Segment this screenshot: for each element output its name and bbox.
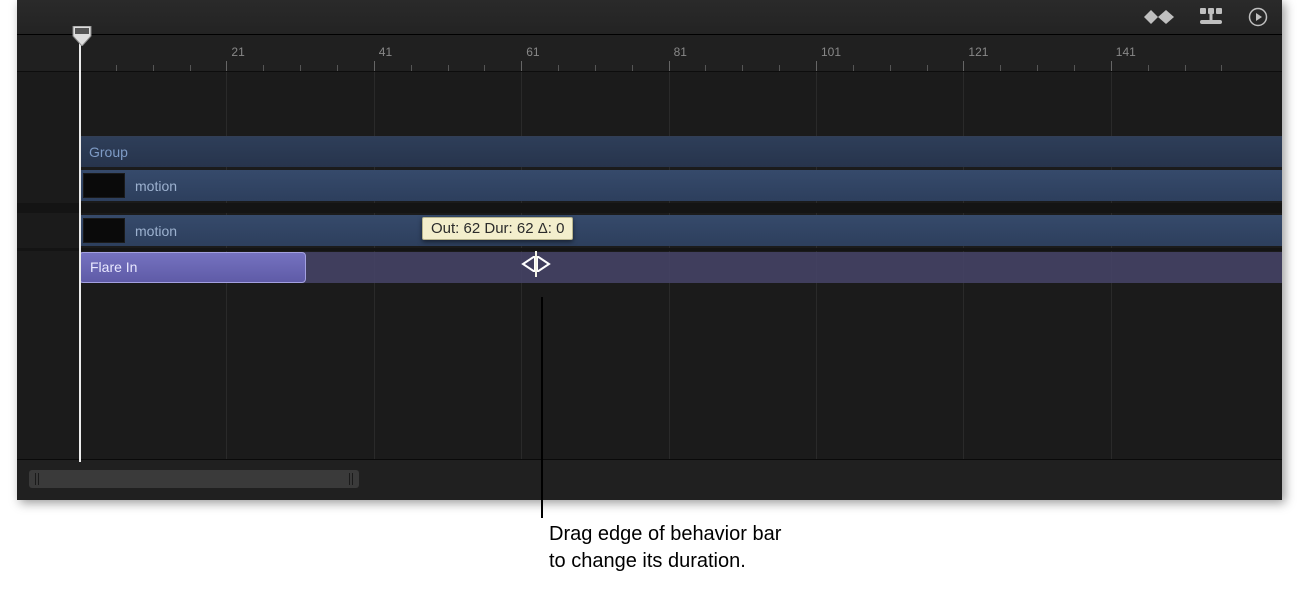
timeline-toolbar bbox=[17, 0, 1282, 35]
timeline-footer bbox=[17, 459, 1282, 500]
ruler-tick-label: 41 bbox=[379, 45, 392, 59]
clip-track-1[interactable]: motion bbox=[79, 170, 1282, 201]
horizontal-scroll-track[interactable] bbox=[29, 470, 1270, 488]
group-track[interactable]: Group bbox=[79, 136, 1282, 167]
clip-thumbnail bbox=[83, 173, 125, 198]
horizontal-scroll-thumb[interactable] bbox=[29, 470, 359, 488]
trim-tooltip: Out: 62 Dur: 62 Δ: 0 bbox=[422, 217, 573, 240]
behavior-bar[interactable]: Flare In bbox=[79, 252, 306, 283]
ruler-tick-label: 81 bbox=[674, 45, 687, 59]
timeline-view-options-icon[interactable] bbox=[1200, 8, 1222, 26]
ruler-tick-label: 21 bbox=[231, 45, 244, 59]
ruler-tick-label: 101 bbox=[821, 45, 841, 59]
tracks-area: Group motion motion bbox=[17, 72, 1282, 462]
time-ruler[interactable]: 21 41 61 81 101 121 141 bbox=[17, 35, 1282, 72]
annotation-leader-line bbox=[541, 297, 543, 518]
ruler-tick-label: 61 bbox=[526, 45, 539, 59]
timeline-window: 21 41 61 81 101 121 141 Group bbox=[17, 0, 1282, 500]
group-track-label: Group bbox=[89, 144, 128, 160]
mini-timeline-play-icon[interactable] bbox=[1248, 7, 1268, 27]
playhead-marker-icon[interactable] bbox=[71, 26, 93, 46]
behavior-bar-label: Flare In bbox=[90, 259, 137, 275]
playhead[interactable] bbox=[79, 26, 81, 462]
ruler-tick-label: 121 bbox=[968, 45, 988, 59]
clip-track-2[interactable]: motion bbox=[79, 215, 1282, 246]
clip-track-label: motion bbox=[135, 178, 177, 194]
clip-track-label: motion bbox=[135, 223, 177, 239]
ruler-tick-label: 141 bbox=[1116, 45, 1136, 59]
clip-thumbnail bbox=[83, 218, 125, 243]
annotation-text: Drag edge of behavior bar to change its … bbox=[549, 521, 781, 575]
keyframe-view-icon[interactable] bbox=[1144, 10, 1174, 24]
